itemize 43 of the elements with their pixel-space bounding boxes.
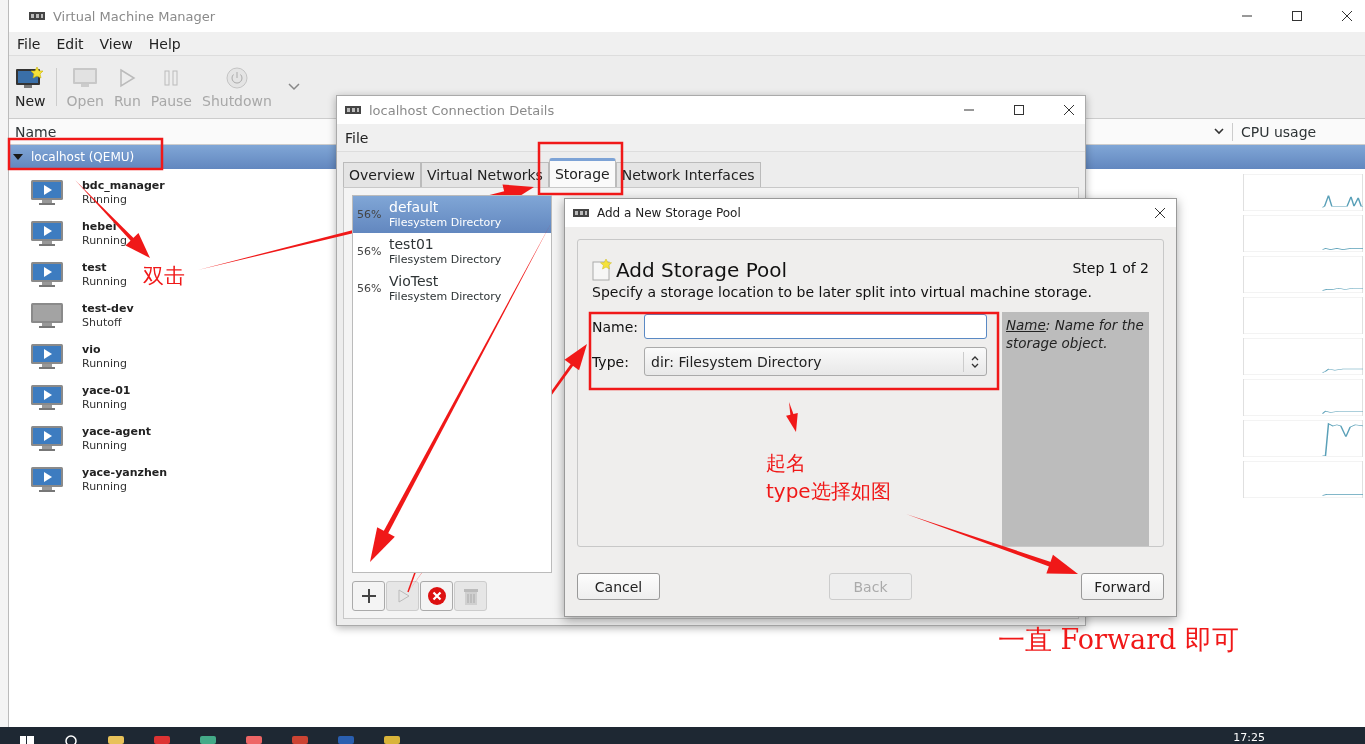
vm-status: Running bbox=[82, 356, 128, 371]
column-header[interactable]: CPU usage bbox=[1241, 123, 1359, 140]
tab[interactable]: Overview bbox=[343, 162, 421, 187]
menu-item[interactable]: File bbox=[337, 129, 377, 146]
vm-name: yace-01 bbox=[82, 383, 131, 398]
menu-item[interactable]: Help bbox=[140, 35, 189, 52]
clock: 17:25 bbox=[1233, 732, 1265, 744]
wizard-heading: Add Storage Pool bbox=[616, 258, 788, 282]
annotation-text: 一直 Forward 即可 bbox=[998, 623, 1239, 657]
annotation-text: 起名 bbox=[766, 450, 806, 477]
vm-name: bdc_manager bbox=[82, 178, 165, 193]
vm-status: Running bbox=[82, 233, 128, 248]
dialog-button[interactable]: Forward bbox=[1081, 573, 1164, 600]
type-dropdown[interactable]: dir: Filesystem Directory bbox=[644, 347, 987, 376]
menu-item[interactable]: File bbox=[9, 35, 49, 52]
menu-item[interactable]: Edit bbox=[48, 35, 92, 52]
column-header[interactable]: Name bbox=[15, 123, 57, 140]
window-title: Virtual Machine Manager bbox=[53, 8, 216, 24]
vm-status: Running bbox=[82, 274, 128, 289]
vm-name: test-dev bbox=[82, 301, 134, 316]
step-indicator: Step 1 of 2 bbox=[1072, 260, 1149, 276]
window-title: localhost Connection Details bbox=[369, 102, 555, 118]
annotation-text: type选择如图 bbox=[766, 478, 891, 505]
field-label: Type: bbox=[592, 353, 630, 370]
tab[interactable]: Network Interfaces bbox=[615, 162, 761, 187]
help-text: Name: Name for the storage object. bbox=[1006, 316, 1145, 352]
vm-status: Running bbox=[82, 397, 129, 412]
dialog-title: Add a New Storage Pool bbox=[597, 206, 741, 220]
vm-name: yace-yanzhen bbox=[82, 465, 168, 480]
menu-item[interactable]: View bbox=[91, 35, 141, 52]
wizard-description: Specify a storage location to be later split into virtual machine storage. bbox=[592, 284, 1093, 300]
vm-name: yace-agent bbox=[82, 424, 151, 439]
annotation-text: 双击 bbox=[143, 263, 185, 290]
vm-status: Running bbox=[82, 479, 129, 494]
tab[interactable]: Storage bbox=[548, 158, 616, 187]
vm-name: hebei bbox=[82, 219, 118, 234]
dialog-button[interactable]: Cancel bbox=[577, 573, 660, 600]
toolbar-button[interactable]: New bbox=[11, 63, 50, 111]
vm-status: Shutoff bbox=[82, 315, 123, 330]
vm-status: Running bbox=[82, 438, 129, 453]
field-label: Name: bbox=[592, 318, 640, 335]
vm-name: test bbox=[82, 260, 108, 275]
vm-name: vio bbox=[82, 342, 102, 357]
